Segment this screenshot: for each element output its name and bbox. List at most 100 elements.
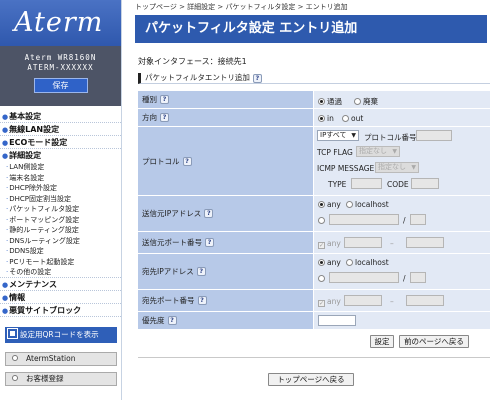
sidebar-item-dhcp-fixed[interactable]: ·DHCP固定割当設定 (0, 194, 121, 205)
protocol-number-input[interactable] (416, 130, 452, 141)
icmp-type-input[interactable] (351, 178, 382, 189)
nav-advanced-settings[interactable]: ●詳細設定 (0, 149, 121, 162)
dot-icon: · (6, 205, 9, 213)
sidebar-item-port-mapping[interactable]: ·ポートマッピング設定 (0, 215, 121, 226)
dst-port-to-input[interactable] (406, 295, 444, 306)
dot-icon: · (6, 163, 9, 171)
sidebar-item-packet-filter[interactable]: ·パケットフィルタ設定 (0, 204, 121, 215)
src-port-label: 送信元ポート番号? (138, 232, 313, 253)
tcp-flag-label: TCP FLAG (317, 148, 353, 157)
icmp-code-label: CODE (387, 180, 409, 189)
nav-eco-mode[interactable]: ●ECOモード設定 (0, 136, 121, 149)
sidebar-item-lan[interactable]: ·LAN側設定 (0, 162, 121, 173)
dst-ip-mask-input[interactable] (410, 272, 426, 283)
row-priority: 優先度? (138, 312, 490, 330)
breadcrumb[interactable]: トップページ > 詳細設定 > パケットフィルタ設定 > エントリ追加 (135, 2, 348, 12)
qr-code-icon (7, 328, 18, 339)
dot-icon: · (6, 194, 9, 203)
bullet-icon: ● (2, 152, 9, 160)
dst-port-label: 宛先ポート番号? (138, 290, 313, 311)
protocol-number-label: プロトコル番号 (364, 133, 417, 142)
page-title: パケットフィルタ設定 エントリ追加 (135, 15, 487, 43)
row-protocol: プロトコル? IPすべて ▼ プロトコル番号 TCP FLAG 指定なし ▼ ICM… (138, 127, 490, 196)
aterm-station-button[interactable]: AtermStation (5, 352, 117, 366)
sidebar-item-dns-routing[interactable]: ·DNSルーティング設定 (0, 236, 121, 247)
dropdown-arrow-icon: ▼ (392, 148, 397, 155)
circle-icon (12, 355, 18, 361)
src-ip-custom-radio[interactable] (318, 217, 325, 224)
dropdown-arrow-icon: ▼ (351, 132, 356, 139)
icmp-message-select[interactable]: 指定なし ▼ (375, 162, 419, 173)
back-to-top-button[interactable]: トップページへ戻る (268, 373, 354, 386)
bullet-icon: ● (2, 139, 9, 147)
help-icon[interactable]: ? (197, 296, 207, 305)
sidebar-nav: ●基本設定 ●無線LAN設定 ●ECOモード設定 ●詳細設定 ·LAN側設定 ·… (0, 106, 121, 317)
bullet-icon: ● (2, 306, 9, 315)
section-header: パケットフィルタエントリ追加? (138, 73, 490, 84)
save-button[interactable]: 保存 (33, 78, 88, 93)
icmp-code-input[interactable] (411, 178, 439, 189)
type-pass-radio[interactable] (318, 98, 325, 105)
type-label: 種別? (138, 91, 313, 108)
dst-ip-address-input[interactable] (329, 272, 399, 283)
nav-malicious-site-block[interactable]: ●悪質サイトブロック (0, 304, 121, 317)
nav-basic-settings[interactable]: ●基本設定 (0, 110, 121, 123)
nav-wireless-lan[interactable]: ●無線LAN設定 (0, 123, 121, 136)
protocol-select[interactable]: IPすべて ▼ (317, 130, 359, 141)
help-icon[interactable]: ? (160, 95, 169, 104)
help-icon[interactable]: ? (196, 267, 206, 276)
qr-code-button[interactable]: 設定用QRコードを表示 (5, 327, 117, 343)
type-discard-radio[interactable] (354, 98, 361, 105)
bullet-icon: ● (2, 280, 9, 289)
nav-info[interactable]: ●情報 (0, 291, 121, 304)
sidebar-item-ddns[interactable]: ·DDNS設定 (0, 246, 121, 257)
back-button[interactable]: 前のページへ戻る (399, 335, 469, 348)
dst-port-any-checkbox[interactable]: ✓ (318, 300, 325, 307)
direction-out-radio[interactable] (342, 115, 349, 122)
src-port-to-input[interactable] (406, 237, 444, 248)
dst-port-from-input[interactable] (344, 295, 382, 306)
help-icon[interactable]: ? (204, 209, 214, 218)
sidebar-item-hostname[interactable]: ·端末名設定 (0, 173, 121, 184)
tcp-flag-select[interactable]: 指定なし ▼ (356, 146, 400, 157)
dst-ip-custom-radio[interactable] (318, 275, 325, 282)
dot-icon: · (6, 184, 9, 192)
direction-in-radio[interactable] (318, 115, 325, 122)
main-content: トップページ > 詳細設定 > パケットフィルタ設定 > エントリ追加 パケット… (135, 0, 500, 400)
help-icon[interactable]: ? (160, 113, 169, 122)
sidebar-item-static-routing[interactable]: ·静的ルーティング設定 (0, 225, 121, 236)
dot-icon: · (6, 173, 9, 182)
src-port-from-input[interactable] (344, 237, 382, 248)
set-button[interactable]: 設定 (370, 335, 394, 348)
dot-icon: · (6, 247, 9, 255)
dot-icon: · (6, 226, 9, 234)
help-icon[interactable]: ? (182, 156, 192, 166)
help-icon[interactable]: ? (205, 238, 214, 247)
nav-maintenance[interactable]: ●メンテナンス (0, 278, 121, 291)
priority-label: 優先度? (138, 312, 313, 329)
row-direction: 方向? in out (138, 109, 490, 127)
dst-ip-any-radio[interactable] (318, 259, 325, 266)
src-ip-address-input[interactable] (329, 214, 399, 225)
divider (138, 357, 490, 358)
model-id: ATERM-XXXXXX (27, 63, 94, 72)
sidebar-item-pc-remote[interactable]: ·PCリモート起動設定 (0, 257, 121, 268)
customer-register-button[interactable]: お客様登録 (5, 372, 117, 386)
src-ip-mask-input[interactable] (410, 214, 426, 225)
sidebar-item-dhcp-exclude[interactable]: ·DHCP除外設定 (0, 183, 121, 194)
icmp-type-label: TYPE (328, 180, 347, 189)
sidebar-item-other[interactable]: ·その他の設定 (0, 267, 121, 278)
dst-ip-label: 宛先IPアドレス? (138, 254, 313, 289)
model-info: Aterm WR8160N ATERM-XXXXXX 保存 (0, 46, 121, 106)
dst-ip-localhost-radio[interactable] (346, 259, 353, 266)
src-ip-any-radio[interactable] (318, 201, 325, 208)
bullet-icon: ● (2, 126, 9, 134)
help-icon[interactable]: ? (167, 316, 177, 325)
src-ip-localhost-radio[interactable] (346, 201, 353, 208)
dot-icon: · (6, 257, 9, 266)
dot-icon: · (6, 215, 9, 224)
filter-form: 種別? 通過 廃棄 方向? in out プロトコル? IPすべて ▼ プロトコル… (138, 91, 490, 330)
priority-input[interactable] (318, 315, 356, 326)
help-icon[interactable]: ? (252, 74, 262, 83)
src-port-any-checkbox[interactable]: ✓ (318, 242, 325, 249)
